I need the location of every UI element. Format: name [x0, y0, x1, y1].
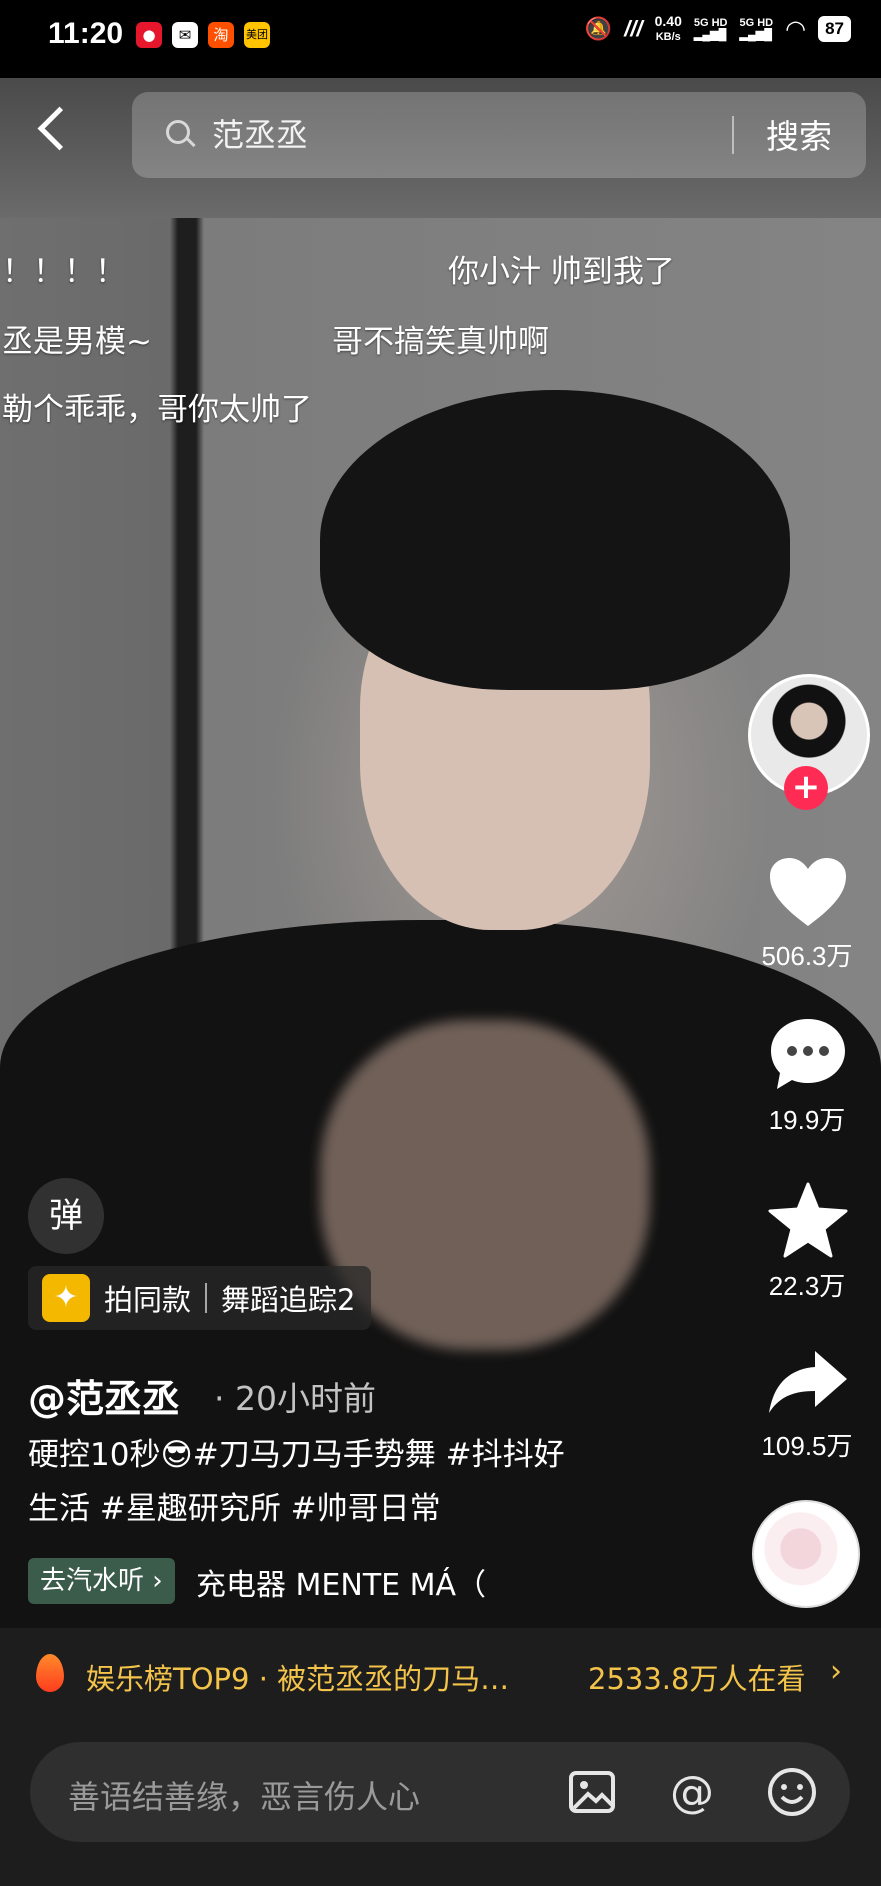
danmaku-comment: 哥不搞笑真帅啊: [332, 324, 549, 360]
music-title[interactable]: 充电器 MENTE MÁ（: [196, 1560, 486, 1604]
video-subject-hair: [320, 390, 790, 690]
comment-button[interactable]: [760, 1014, 856, 1094]
like-button[interactable]: [760, 852, 856, 932]
network-speed: 0.40 KB/s: [654, 13, 682, 43]
favorite-button[interactable]: [760, 1180, 856, 1260]
favorite-count: 22.3万: [768, 1271, 846, 1301]
same-style-label[interactable]: 拍同款: [104, 1277, 191, 1319]
viewer-count: 2533.8万人在看: [588, 1662, 806, 1696]
search-input[interactable]: 范丞丞 搜索: [132, 92, 866, 178]
like-count: 506.3万: [761, 941, 853, 971]
share-icon: [769, 1351, 847, 1413]
screen: 11:20 ● ✉ 淘 美团 🔕 /// 0.40 KB/s 5G HD ▂▄▆█…: [0, 0, 881, 1886]
search-button[interactable]: 搜索: [766, 110, 832, 158]
status-right: 🔕 /// 0.40 KB/s 5G HD ▂▄▆█ 5G HD ▂▄▆█ ◠ 87: [585, 14, 851, 44]
danmaku-comment: 你小汁 帅到我了: [448, 254, 675, 290]
flame-icon: [36, 1654, 64, 1692]
danmaku-comment: 勒个乖乖，哥你太帅了: [2, 392, 312, 428]
search-divider: [732, 116, 734, 154]
taobao-icon: 淘: [208, 22, 234, 48]
mute-icon: 🔕: [584, 16, 613, 41]
author-name[interactable]: @范丞丞: [28, 1368, 180, 1423]
message-icon: ✉: [172, 22, 198, 48]
sparkle-icon: ✦: [42, 1274, 90, 1322]
share-button[interactable]: [760, 1342, 856, 1422]
trending-bar[interactable]: 娱乐榜TOP9 · 被范丞丞的刀马… 2533.8万人在看 ›: [0, 1628, 881, 1724]
emoji-icon[interactable]: [764, 1764, 820, 1820]
wifi-icon: ◠: [785, 15, 807, 43]
status-time: 11:20: [48, 17, 124, 50]
music-disc-icon[interactable]: [752, 1500, 860, 1608]
comment-bar: 善语结善缘，恶言伤人心 @: [0, 1724, 881, 1886]
comment-icon: [771, 1019, 845, 1089]
music-app-link[interactable]: 去汽水听 ›: [28, 1558, 175, 1604]
search-icon: [166, 120, 190, 144]
image-icon[interactable]: [564, 1764, 620, 1820]
chevron-right-icon: ›: [830, 1654, 842, 1689]
follow-button[interactable]: +: [784, 766, 828, 810]
caption-line: 硬控10秒😎#刀马刀马手势舞 #抖抖好: [28, 1437, 565, 1473]
post-time: · 20小时前: [214, 1379, 376, 1418]
mention-icon[interactable]: @: [664, 1764, 720, 1820]
dance-effect-label[interactable]: 舞蹈追踪2: [221, 1277, 355, 1319]
notification-icons: ● ✉ 淘 美团: [136, 22, 270, 48]
search-query: 范丞丞: [212, 116, 309, 154]
signal-2: 5G HD ▂▄▆█: [739, 17, 774, 41]
same-style-bar[interactable]: ✦ 拍同款 舞蹈追踪2: [28, 1266, 372, 1330]
video-caption[interactable]: 硬控10秒😎#刀马刀马手势舞 #抖抖好 生活 #星趣研究所 #帅哥日常: [28, 1428, 668, 1536]
comment-placeholder: 善语结善缘，恶言伤人心: [68, 1778, 421, 1816]
caption-line: 生活 #星趣研究所 #帅哥日常: [28, 1491, 441, 1527]
danmaku-comment: 丞是男模~: [2, 324, 152, 360]
weibo-icon: ●: [136, 22, 162, 48]
status-bar: 11:20 ● ✉ 淘 美团 🔕 /// 0.40 KB/s 5G HD ▂▄▆█…: [0, 0, 881, 72]
share-count: 109.5万: [761, 1431, 853, 1461]
danmaku-toggle-button[interactable]: 弹: [28, 1178, 104, 1254]
trending-text: 娱乐榜TOP9 · 被范丞丞的刀马…: [86, 1662, 510, 1696]
comment-input[interactable]: 善语结善缘，恶言伤人心 @: [30, 1742, 850, 1842]
star-icon: [768, 1182, 848, 1258]
meituan-icon: 美团: [244, 22, 270, 48]
heart-icon: [770, 858, 846, 926]
danmaku-comment: ！！！！: [2, 254, 126, 290]
comment-count: 19.9万: [768, 1105, 846, 1135]
battery-indicator: 87: [818, 16, 851, 42]
nfc-icon: ///: [624, 16, 643, 41]
signal-1: 5G HD ▂▄▆█: [693, 17, 728, 41]
divider: [205, 1283, 208, 1313]
